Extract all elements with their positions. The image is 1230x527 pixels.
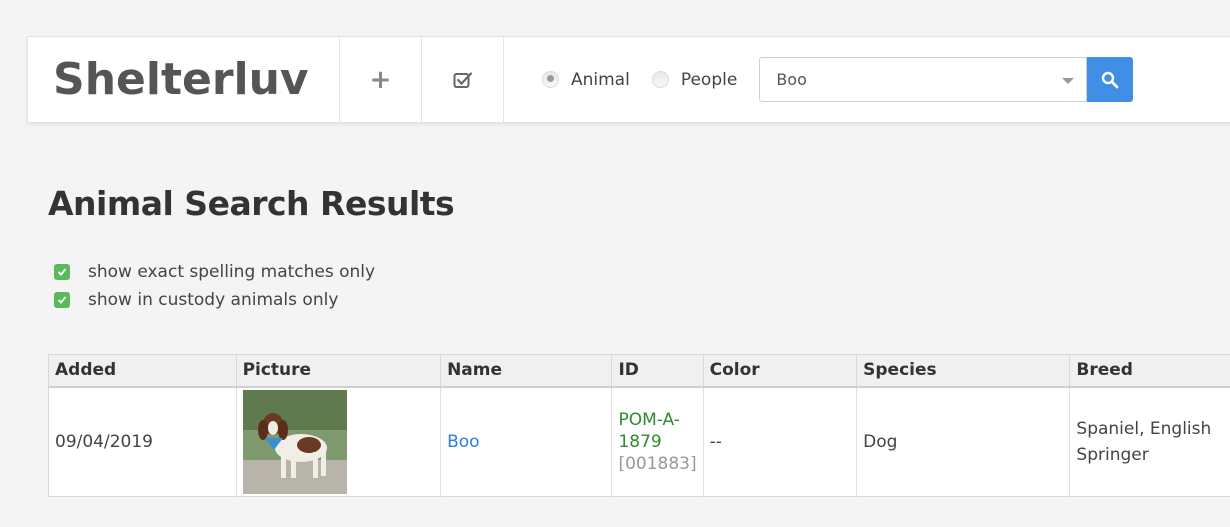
filter-exact-spelling[interactable]: show exact spelling matches only <box>54 258 375 286</box>
cell-name: Boo <box>440 386 613 497</box>
search-input[interactable]: Boo <box>759 57 1088 102</box>
search-button[interactable] <box>1087 57 1134 102</box>
cell-breed: Spaniel, English Springer <box>1069 386 1230 497</box>
col-header-species[interactable]: Species <box>856 354 1071 388</box>
col-header-breed[interactable]: Breed <box>1069 354 1230 388</box>
animal-internal-id: [001883] <box>618 453 697 474</box>
plus-icon: + <box>369 64 392 95</box>
check-icon <box>57 296 67 304</box>
radio-people[interactable]: People <box>651 69 738 90</box>
search-area: Animal People Boo <box>504 37 1134 122</box>
add-button[interactable]: + <box>340 37 422 122</box>
col-header-id[interactable]: ID <box>611 354 704 388</box>
cell-color: -- <box>703 386 858 497</box>
results-table: Added Picture Name ID Color Species Bree… <box>48 354 1230 497</box>
col-header-added[interactable]: Added <box>48 354 237 388</box>
brand-logo[interactable]: Shelterluv <box>28 37 340 122</box>
col-header-color[interactable]: Color <box>703 354 858 388</box>
radio-animal[interactable]: Animal <box>542 70 630 90</box>
filter-options: show exact spelling matches only show in… <box>54 258 375 314</box>
chevron-down-icon[interactable] <box>1062 77 1075 84</box>
animal-name-link[interactable]: Boo <box>447 432 479 452</box>
search-input-value: Boo <box>776 70 807 89</box>
table-row[interactable]: 09/04/2019 Boo POM-A- 1879 [001883] -- D… <box>48 386 1230 497</box>
cell-id: POM-A- 1879 [001883] <box>611 386 704 497</box>
cell-picture <box>236 386 442 497</box>
page-title: Animal Search Results <box>48 184 455 223</box>
radio-animal-label: Animal <box>571 69 630 90</box>
cell-species: Dog <box>856 386 1071 497</box>
table-header-row: Added Picture Name ID Color Species Bree… <box>48 354 1230 388</box>
filter-exact-spelling-label: show exact spelling matches only <box>88 262 376 282</box>
in-custody-checkbox[interactable] <box>54 292 70 308</box>
search-icon <box>1102 71 1119 88</box>
animal-id-link-line2[interactable]: 1879 <box>618 431 696 453</box>
top-navbar: Shelterluv + Animal People Boo <box>27 36 1230 123</box>
tasks-button[interactable] <box>422 37 504 122</box>
check-icon <box>57 268 67 276</box>
radio-people-dot[interactable] <box>651 71 669 88</box>
dog-photo[interactable] <box>242 389 347 494</box>
radio-people-label: People <box>680 69 738 90</box>
col-header-picture[interactable]: Picture <box>236 354 442 388</box>
animal-id-link-line1[interactable]: POM-A- <box>618 409 696 431</box>
col-header-name[interactable]: Name <box>440 354 613 388</box>
checkbox-icon <box>453 71 472 88</box>
radio-animal-dot[interactable] <box>542 71 559 88</box>
exact-spelling-checkbox[interactable] <box>54 264 70 280</box>
cell-added: 09/04/2019 <box>48 386 237 497</box>
filter-in-custody[interactable]: show in custody animals only <box>54 286 375 314</box>
filter-in-custody-label: show in custody animals only <box>88 290 339 310</box>
